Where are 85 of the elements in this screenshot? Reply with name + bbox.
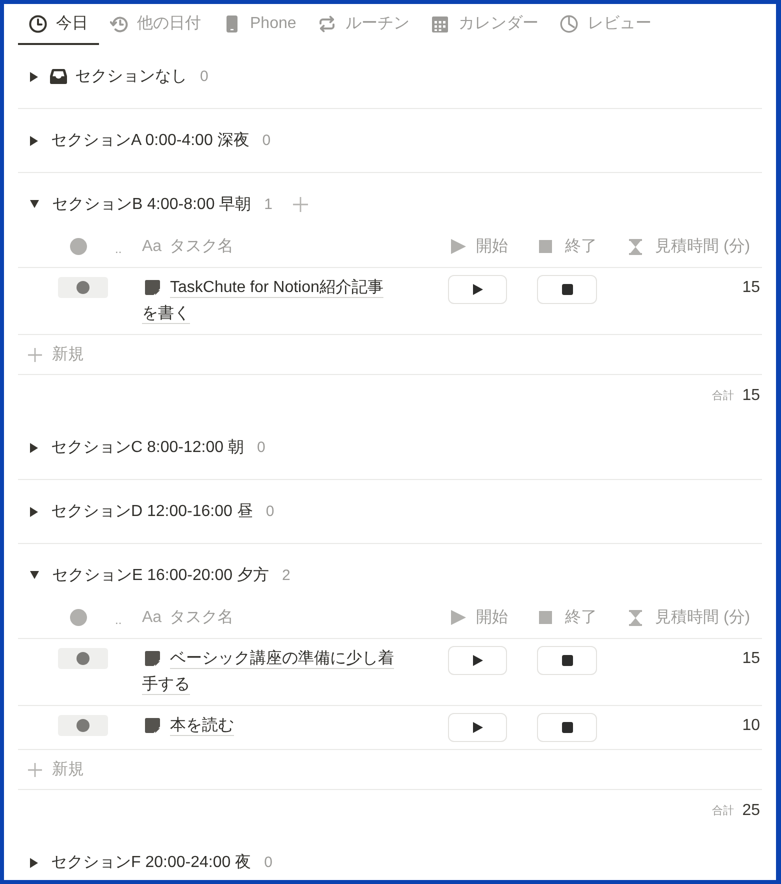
repeat-icon bbox=[318, 14, 336, 32]
clock-icon bbox=[29, 14, 47, 32]
column-header[interactable]: .. bbox=[115, 608, 122, 626]
stop-icon bbox=[562, 722, 572, 733]
caret-right-icon[interactable] bbox=[30, 506, 38, 516]
task-title-link[interactable]: TaskChute for Notion紹介記事を書く bbox=[142, 275, 398, 327]
column-header[interactable]: 終了 bbox=[565, 607, 597, 628]
stop-button[interactable] bbox=[537, 646, 597, 675]
section-title: セクションF 20:00-24:00 夜 bbox=[51, 852, 252, 873]
tab[interactable]: ルーチン bbox=[307, 4, 420, 45]
total-value: 25 bbox=[742, 802, 760, 820]
section-count: 0 bbox=[200, 68, 208, 85]
caret-right-icon[interactable] bbox=[30, 858, 38, 868]
caret-right-icon[interactable] bbox=[30, 442, 38, 452]
section-title: セクションA 0:00-4:00 深夜 bbox=[51, 130, 250, 151]
column-header[interactable]: 見積時間 (分) bbox=[655, 607, 750, 628]
stop-button[interactable] bbox=[537, 275, 597, 304]
circle-icon bbox=[70, 609, 87, 626]
new-button[interactable]: 新規 bbox=[28, 344, 84, 365]
column-header[interactable]: 開始 bbox=[476, 236, 508, 257]
total-label: 合計 bbox=[712, 804, 734, 818]
status-tag-icon[interactable] bbox=[58, 715, 108, 736]
pie-chart-icon bbox=[560, 14, 578, 32]
title-type-label: Aa bbox=[142, 608, 162, 626]
column-header[interactable]: 開始 bbox=[476, 607, 508, 628]
play-icon bbox=[472, 655, 482, 666]
estimate-value: 10 bbox=[742, 716, 760, 736]
tab[interactable]: Phone bbox=[212, 4, 308, 45]
note-icon bbox=[145, 718, 160, 733]
history-icon bbox=[110, 14, 128, 32]
section-title: セクションB 4:00-8:00 早朝 bbox=[52, 194, 252, 214]
circle-icon bbox=[70, 238, 87, 255]
caret-right-icon[interactable] bbox=[30, 72, 38, 82]
section-title: セクションD 12:00-16:00 昼 bbox=[51, 502, 253, 522]
stop-icon bbox=[562, 284, 572, 295]
stop-button[interactable] bbox=[537, 713, 597, 742]
column-header[interactable]: 終了 bbox=[565, 236, 597, 257]
caret-down-icon[interactable] bbox=[30, 200, 39, 208]
section-count: 0 bbox=[264, 854, 272, 871]
section-count: 2 bbox=[282, 566, 290, 584]
section-title: セクションC 8:00-12:00 朝 bbox=[51, 438, 244, 458]
tab[interactable]: カレンダー bbox=[420, 4, 550, 45]
estimate-value: 15 bbox=[742, 649, 760, 669]
plus-icon bbox=[28, 762, 42, 776]
title-type-label: Aa bbox=[142, 238, 162, 256]
square-icon bbox=[539, 240, 552, 253]
play-icon bbox=[451, 610, 466, 625]
start-button[interactable] bbox=[448, 646, 507, 675]
section-title: セクションE 16:00-20:00 夕方 bbox=[52, 566, 269, 586]
inbox-icon bbox=[50, 69, 67, 84]
play-icon bbox=[451, 239, 466, 254]
start-button[interactable] bbox=[448, 713, 507, 742]
tab[interactable]: 他の日付 bbox=[99, 4, 212, 45]
column-header[interactable]: .. bbox=[115, 238, 122, 256]
square-icon bbox=[539, 611, 552, 624]
section-count: 0 bbox=[256, 439, 266, 456]
play-icon bbox=[472, 284, 482, 295]
column-header[interactable]: タスク名 bbox=[170, 236, 234, 257]
note-icon bbox=[145, 280, 160, 295]
column-header[interactable]: 見積時間 (分) bbox=[655, 236, 750, 257]
total-value: 15 bbox=[742, 386, 760, 404]
section-count: 0 bbox=[266, 503, 274, 520]
calendar-icon bbox=[431, 14, 450, 32]
section-count: 1 bbox=[264, 196, 273, 212]
column-header[interactable]: タスク名 bbox=[170, 607, 234, 628]
status-tag-icon[interactable] bbox=[58, 648, 108, 669]
section-count: 0 bbox=[262, 132, 271, 149]
tab[interactable]: レビュー bbox=[549, 4, 662, 45]
caret-down-icon[interactable] bbox=[30, 571, 39, 579]
start-button[interactable] bbox=[448, 275, 507, 304]
status-tag-icon[interactable] bbox=[58, 277, 108, 298]
hourglass-icon bbox=[629, 610, 642, 626]
hourglass-icon bbox=[629, 238, 642, 254]
total-label: 合計 bbox=[712, 388, 734, 403]
play-icon bbox=[472, 722, 482, 733]
task-title-link[interactable]: ベーシック講座の準備に少し着手する bbox=[142, 646, 398, 698]
section-title: セクションなし bbox=[75, 67, 187, 87]
estimate-value: 15 bbox=[742, 278, 760, 298]
stop-icon bbox=[562, 655, 572, 666]
new-button[interactable]: 新規 bbox=[28, 759, 84, 780]
note-icon bbox=[145, 651, 160, 666]
plus-icon bbox=[28, 348, 42, 362]
caret-right-icon[interactable] bbox=[30, 136, 38, 146]
task-title-link[interactable]: 本を読む bbox=[142, 713, 398, 739]
tab[interactable]: 今日 bbox=[18, 4, 99, 45]
